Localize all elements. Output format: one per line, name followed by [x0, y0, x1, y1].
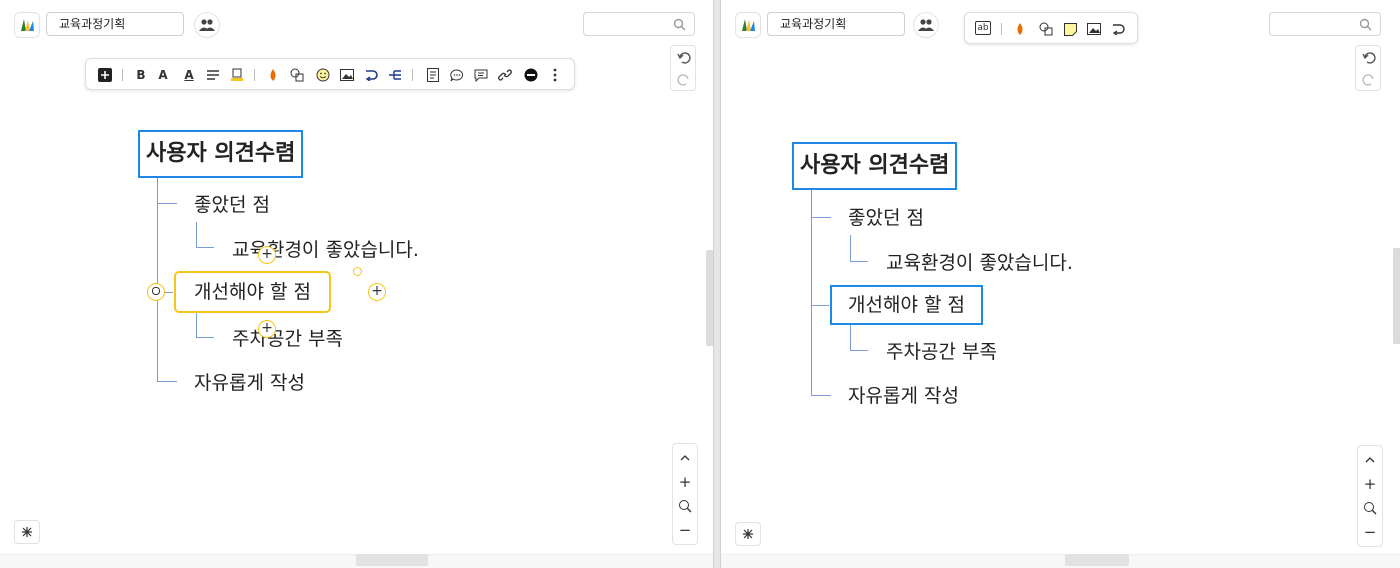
- zoom-reset-icon[interactable]: [1362, 500, 1378, 516]
- node-liked[interactable]: 좋았던 점: [848, 203, 924, 230]
- fill-color-icon[interactable]: [264, 66, 282, 84]
- zoom-controls: + −: [672, 443, 698, 545]
- root-node[interactable]: 사용자 의견수렴: [138, 130, 304, 178]
- emoji-icon[interactable]: [314, 66, 332, 84]
- zoom-out-icon[interactable]: −: [1362, 523, 1378, 541]
- relation-icon[interactable]: [1109, 20, 1127, 38]
- search-icon: [1359, 18, 1372, 31]
- vertical-scrollbar[interactable]: [1393, 248, 1400, 344]
- horizontal-scrollbar[interactable]: [1065, 554, 1129, 566]
- zoom-in-icon[interactable]: +: [677, 473, 693, 491]
- memo-icon[interactable]: [472, 66, 490, 84]
- image-icon[interactable]: [338, 66, 356, 84]
- history-controls: [1355, 45, 1381, 91]
- comment-icon[interactable]: [448, 66, 466, 84]
- horizontal-scrollbar[interactable]: [356, 554, 428, 566]
- resize-handle[interactable]: [353, 267, 362, 276]
- right-editor-pane: 교육과정기획 ab 사용자 의견수렴 좋았던 점 교육환경이 좋았습니다. 개선…: [720, 0, 1400, 568]
- horizontal-scroll-track: [721, 554, 1400, 568]
- relation-icon[interactable]: [362, 66, 380, 84]
- font-color-icon[interactable]: A: [180, 66, 198, 84]
- note-icon[interactable]: [424, 66, 442, 84]
- logo-icon[interactable]: [735, 12, 761, 38]
- collapse-handle[interactable]: [147, 283, 165, 301]
- sticky-note-icon[interactable]: [1061, 20, 1079, 38]
- vertical-scrollbar[interactable]: [706, 250, 713, 346]
- search-icon: [673, 18, 686, 31]
- node-improve-detail[interactable]: 주차공간 부족: [232, 324, 343, 351]
- node-liked-detail[interactable]: 교육환경이 좋았습니다.: [886, 248, 1073, 275]
- add-child-handle[interactable]: +: [368, 283, 386, 301]
- zoom-controls: + −: [1357, 445, 1383, 547]
- history-controls: [670, 45, 696, 91]
- document-title[interactable]: 교육과정기획: [46, 12, 184, 36]
- search-input[interactable]: [583, 12, 695, 36]
- bold-icon[interactable]: B: [132, 66, 150, 84]
- left-editor-pane: 교육과정기획 B A A 사용자 의견수렴 좋았던 점 교육환경이 좋았습니다.…: [0, 0, 714, 568]
- more-icon[interactable]: [546, 66, 564, 84]
- add-icon[interactable]: [96, 66, 114, 84]
- font-size-icon[interactable]: A: [154, 66, 172, 84]
- node-improve-selected[interactable]: 개선해야 할 점: [174, 271, 331, 313]
- node-liked[interactable]: 좋았던 점: [194, 190, 270, 217]
- add-sibling-below-handle[interactable]: +: [258, 320, 276, 338]
- align-icon[interactable]: [204, 66, 222, 84]
- link-icon[interactable]: [496, 66, 514, 84]
- zoom-reset-icon[interactable]: [677, 498, 693, 514]
- chevron-up-icon[interactable]: [1362, 452, 1378, 468]
- fill-color-icon[interactable]: [1011, 20, 1029, 38]
- people-icon[interactable]: [194, 12, 220, 38]
- debug-icon[interactable]: [14, 520, 40, 544]
- node-improve-detail[interactable]: 주차공간 부족: [886, 337, 997, 364]
- shape-icon[interactable]: [288, 66, 306, 84]
- structure-icon[interactable]: [386, 66, 404, 84]
- add-sibling-above-handle[interactable]: +: [258, 246, 276, 264]
- zoom-in-icon[interactable]: +: [1362, 475, 1378, 493]
- root-node[interactable]: 사용자 의견수렴: [792, 142, 958, 190]
- debug-icon[interactable]: [735, 522, 761, 546]
- image-icon[interactable]: [1085, 20, 1103, 38]
- search-input[interactable]: [1269, 12, 1381, 36]
- node-free[interactable]: 자유롭게 작성: [848, 381, 959, 408]
- redo-icon[interactable]: [676, 72, 692, 88]
- redo-icon[interactable]: [1361, 72, 1377, 88]
- highlight-icon[interactable]: [228, 66, 246, 84]
- remove-icon[interactable]: [522, 66, 540, 84]
- undo-icon[interactable]: [1361, 50, 1377, 66]
- logo-icon[interactable]: [14, 12, 40, 38]
- node-style-toolbar: B A A: [85, 58, 575, 90]
- chevron-up-icon[interactable]: [677, 450, 693, 466]
- undo-icon[interactable]: [676, 50, 692, 66]
- people-icon[interactable]: [913, 12, 939, 38]
- node-free[interactable]: 자유롭게 작성: [194, 368, 305, 395]
- zoom-out-icon[interactable]: −: [677, 521, 693, 539]
- insert-toolbar: ab: [964, 12, 1138, 44]
- text-icon[interactable]: ab: [975, 21, 991, 35]
- node-improve-selected[interactable]: 개선해야 할 점: [830, 285, 983, 325]
- shape-icon[interactable]: [1037, 20, 1055, 38]
- document-title[interactable]: 교육과정기획: [767, 12, 905, 36]
